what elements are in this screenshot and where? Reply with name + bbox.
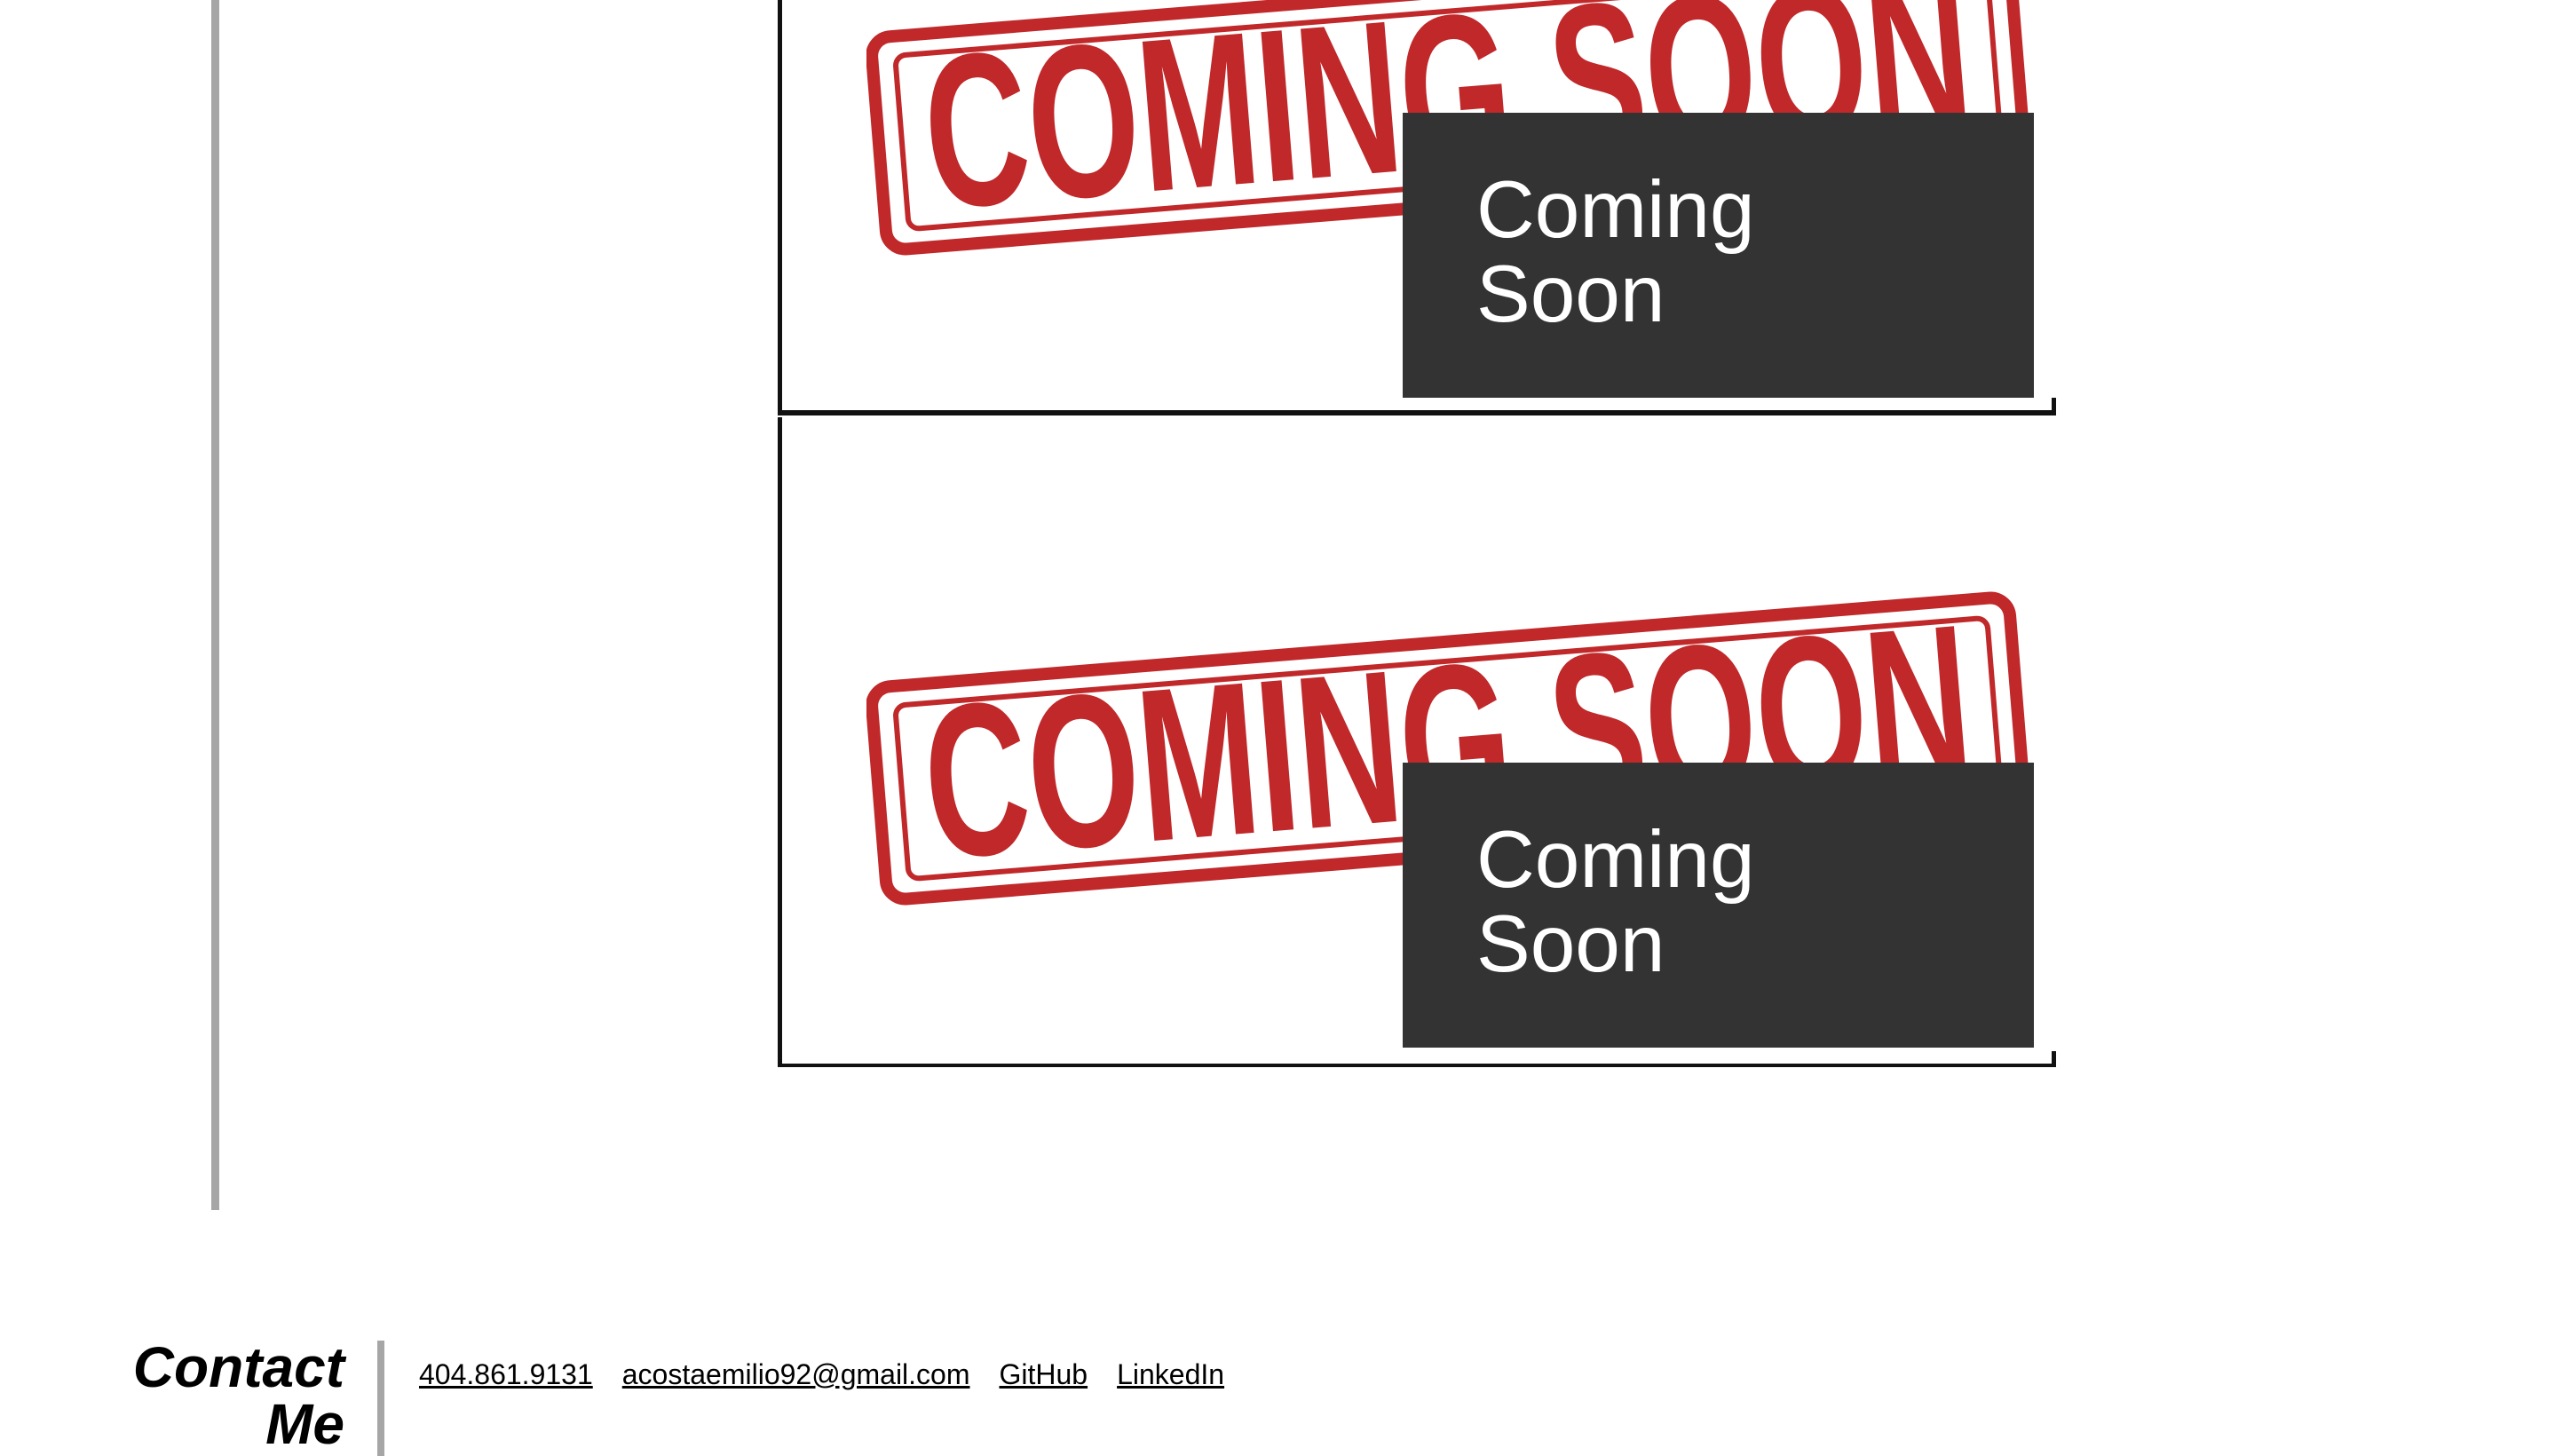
phone-link[interactable]: 404.861.9131 [419,1357,593,1392]
project-card[interactable]: COMING SOON Coming Soon [778,417,2056,1067]
project-overlay[interactable]: Coming Soon [1403,113,2034,398]
project-overlay[interactable]: Coming Soon [1403,763,2034,1048]
linkedin-link[interactable]: LinkedIn [1117,1357,1224,1392]
portfolio-page: COMING SOON Coming Soon COMING SOON Comi… [0,0,2555,1456]
card-corner-mark [2052,1051,2056,1064]
project-title: Coming Soon [1476,165,1755,339]
email-link[interactable]: acostaemilio92@gmail.com [622,1357,970,1392]
github-link[interactable]: GitHub [1000,1357,1088,1392]
contact-footer: Contact Me 404.861.9131 acostaemilio92@g… [0,1332,2555,1456]
project-card[interactable]: COMING SOON Coming Soon [778,0,2056,415]
contact-links: 404.861.9131 acostaemilio92@gmail.com Gi… [419,1357,1224,1392]
card-corner-mark [2052,398,2056,410]
contact-heading: Contact Me [132,1335,344,1456]
project-title: Coming Soon [1476,815,1755,989]
footer-divider [377,1341,384,1456]
left-divider [211,0,219,1210]
